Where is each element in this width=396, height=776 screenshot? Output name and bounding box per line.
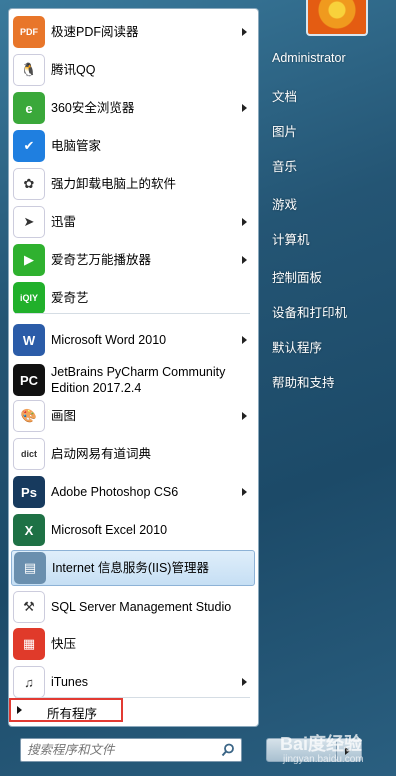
excel-icon: X — [13, 514, 45, 546]
submenu-arrow-icon[interactable] — [242, 336, 247, 344]
program-label: SQL Server Management Studio — [51, 600, 232, 614]
all-programs-label: 所有程序 — [47, 707, 98, 721]
program-label: 启动网易有道词典 — [51, 447, 152, 461]
watermark: Bai度经验 — [280, 734, 363, 754]
expand-arrow-icon — [17, 706, 22, 714]
program-item[interactable]: ▤ Internet 信息服务(IIS)管理器 — [11, 550, 255, 586]
program-label: 快压 — [51, 637, 77, 651]
submenu-arrow-icon[interactable] — [242, 104, 247, 112]
program-label: 360安全浏览器 — [51, 101, 135, 115]
user-avatar-flower[interactable] — [306, 0, 368, 36]
documents-link[interactable]: 文档 — [272, 86, 297, 105]
games-link[interactable]: 游戏 — [272, 194, 297, 213]
help-support-link[interactable]: 帮助和支持 — [272, 372, 335, 391]
submenu-arrow-icon[interactable] — [242, 488, 247, 496]
program-label: 爱奇艺万能播放器 — [51, 253, 152, 267]
pc-manager-shield-icon: ✔ — [13, 130, 45, 162]
photoshop-icon: Ps — [13, 476, 45, 508]
program-item[interactable]: PC JetBrains PyCharm Community Edition 20… — [11, 361, 255, 399]
program-item[interactable]: ⚒ SQL Server Management Studio — [11, 589, 255, 625]
program-label: 强力卸载电脑上的软件 — [51, 177, 177, 191]
submenu-arrow-icon[interactable] — [242, 28, 247, 36]
pycharm-icon: PC — [13, 364, 45, 396]
program-item[interactable]: dict 启动网易有道词典 — [11, 437, 255, 471]
program-label: 电脑管家 — [51, 139, 102, 153]
submenu-arrow-icon[interactable] — [242, 218, 247, 226]
kuaiya-archive-icon: ▦ — [13, 628, 45, 660]
program-label: 腾讯QQ — [51, 63, 96, 77]
program-label: 画图 — [51, 409, 77, 423]
separator — [15, 313, 250, 314]
program-label: iTunes — [51, 675, 89, 689]
program-item[interactable]: PDF 极速PDF阅读器 — [11, 15, 255, 49]
program-item[interactable]: X Microsoft Excel 2010 — [11, 513, 255, 547]
program-item[interactable]: 🎨 画图 — [11, 399, 255, 433]
watermark-url: jingyan.baidu.com — [283, 754, 364, 765]
program-label: Internet 信息服务(IIS)管理器 — [52, 561, 209, 575]
control-panel-link[interactable]: 控制面板 — [272, 267, 322, 286]
qq-penguin-icon: 🐧 — [13, 54, 45, 86]
devices-printers-link[interactable]: 设备和打印机 — [272, 302, 347, 321]
uninstaller-icon: ✿ — [13, 168, 45, 200]
program-item[interactable]: ♫ iTunes — [11, 665, 255, 699]
search-box[interactable] — [20, 738, 242, 762]
submenu-arrow-icon[interactable] — [242, 412, 247, 420]
search-input[interactable] — [27, 741, 207, 759]
360-browser-icon: e — [13, 92, 45, 124]
iis-manager-icon: ▤ — [14, 552, 46, 584]
xunlei-bird-icon: ➤ — [13, 206, 45, 238]
program-item[interactable]: ▦ 快压 — [11, 627, 255, 661]
program-item[interactable]: Ps Adobe Photoshop CS6 — [11, 475, 255, 509]
program-item[interactable]: iQIY 爱奇艺 — [11, 281, 255, 315]
submenu-arrow-icon[interactable] — [242, 256, 247, 264]
search-icon[interactable] — [221, 743, 235, 757]
user-folder-link[interactable]: Administrator — [272, 51, 346, 65]
program-label: Microsoft Excel 2010 — [51, 523, 168, 537]
pictures-link[interactable]: 图片 — [272, 121, 297, 140]
iqiyi-icon: iQIY — [13, 282, 45, 314]
music-link[interactable]: 音乐 — [272, 156, 297, 175]
default-programs-link[interactable]: 默认程序 — [272, 337, 322, 356]
paint-palette-icon: 🎨 — [13, 400, 45, 432]
iqiyi-player-icon: ▶ — [13, 244, 45, 276]
pdf-reader-icon: PDF — [13, 16, 45, 48]
all-programs-button[interactable]: 所有程序 — [9, 698, 123, 722]
program-label: 极速PDF阅读器 — [51, 25, 139, 39]
sql-server-tools-icon: ⚒ — [13, 591, 45, 623]
programs-panel: PDF 极速PDF阅读器 🐧 腾讯QQ e 360安全浏览器 ✔ 电脑管家 ✿ 强力卸载电脑上的软… — [8, 8, 259, 727]
program-label: 爱奇艺 — [51, 291, 89, 305]
program-item[interactable]: ✔ 电脑管家 — [11, 129, 255, 163]
program-item[interactable]: ▶ 爱奇艺万能播放器 — [11, 243, 255, 277]
program-label: 迅雷 — [51, 215, 77, 229]
program-item[interactable]: ➤ 迅雷 — [11, 205, 255, 239]
program-label: Adobe Photoshop CS6 — [51, 485, 179, 499]
itunes-icon: ♫ — [13, 666, 45, 698]
program-label: JetBrains PyCharm Community Edition 2017… — [51, 365, 226, 395]
program-item[interactable]: e 360安全浏览器 — [11, 91, 255, 125]
program-label: Microsoft Word 2010 — [51, 333, 167, 347]
program-item[interactable]: W Microsoft Word 2010 — [11, 323, 255, 357]
word-icon: W — [13, 324, 45, 356]
computer-link[interactable]: 计算机 — [272, 229, 310, 248]
youdao-dict-icon: dict — [13, 438, 45, 470]
program-item[interactable]: 🐧 腾讯QQ — [11, 53, 255, 87]
submenu-arrow-icon[interactable] — [242, 678, 247, 686]
program-item[interactable]: ✿ 强力卸载电脑上的软件 — [11, 167, 255, 201]
